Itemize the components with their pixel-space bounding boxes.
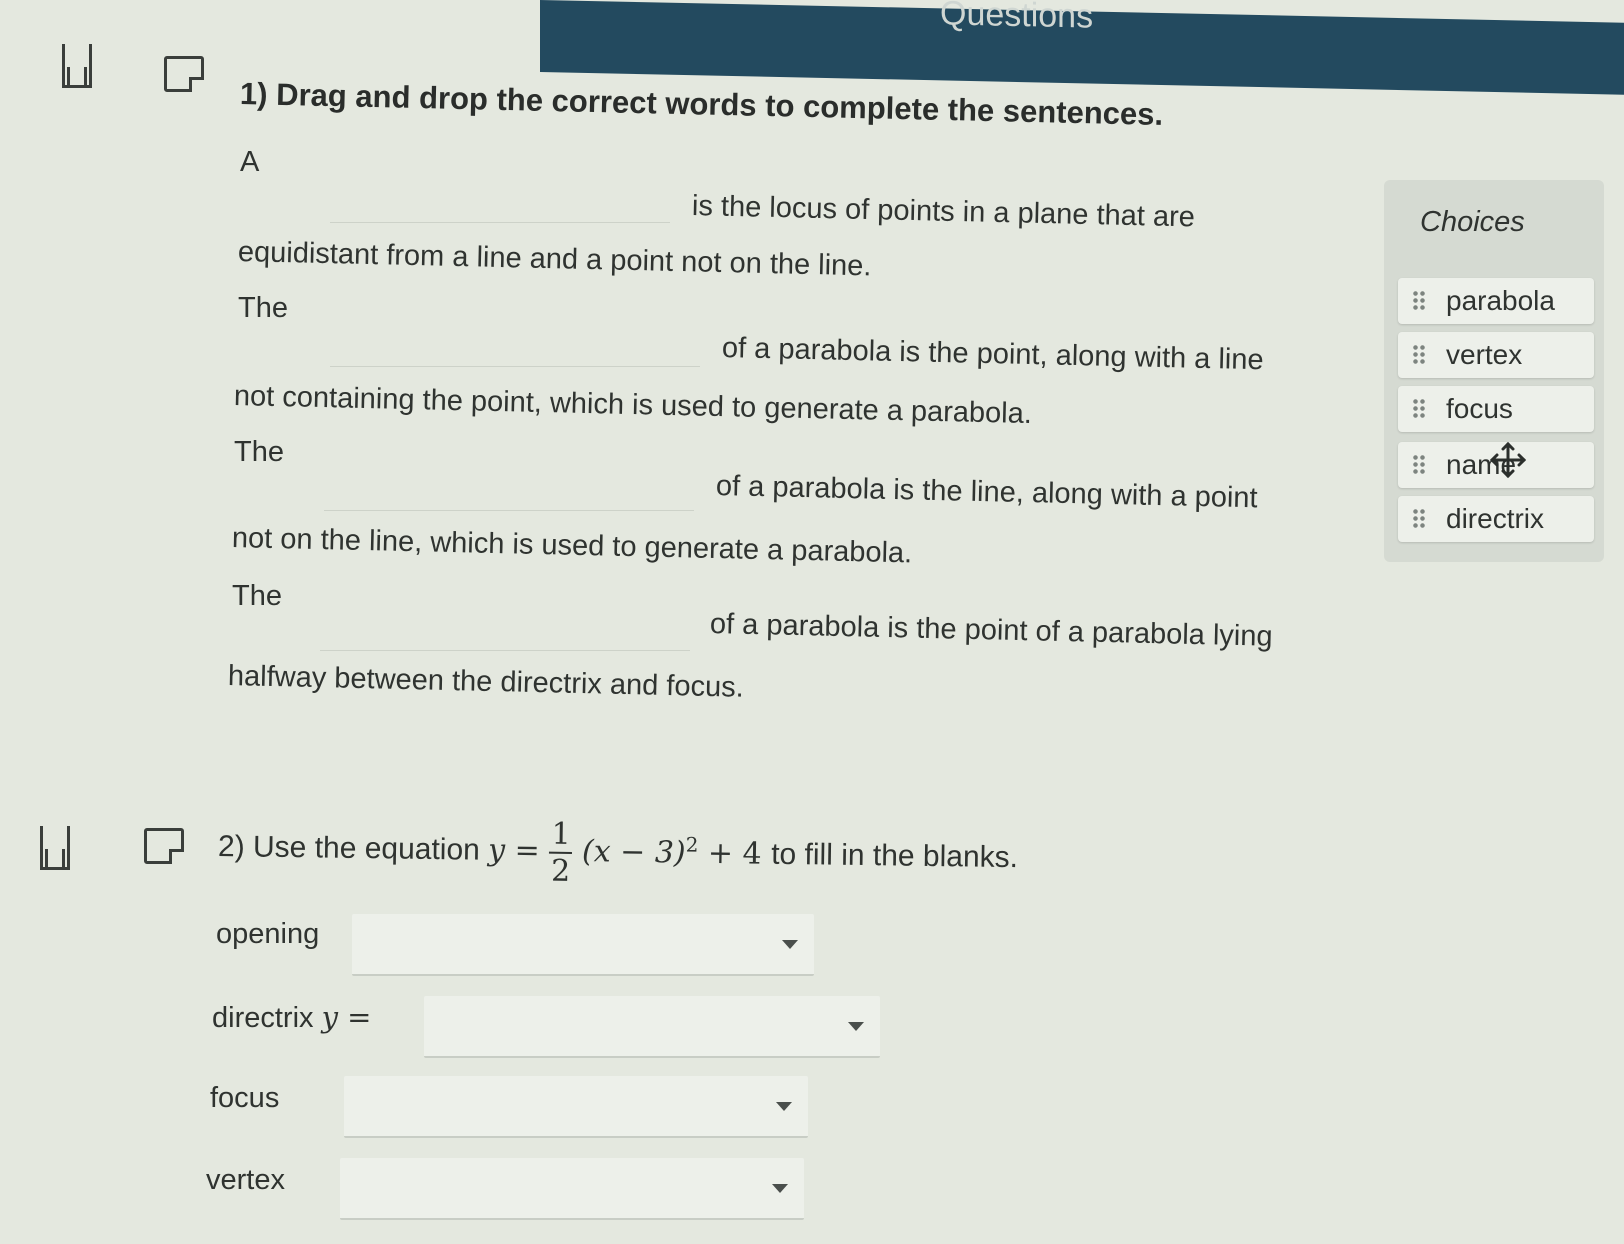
drag-handle-icon[interactable] — [1412, 508, 1426, 530]
choices-title: Choices — [1420, 206, 1525, 238]
drag-handle-icon[interactable] — [1412, 454, 1426, 476]
directrix-label: directrix y = — [212, 1000, 371, 1035]
question-2-prefix: 2) Use the equation — [217, 830, 481, 867]
drop-target-1[interactable] — [330, 222, 670, 223]
sentence-3-text-b: not on the line, which is used to genera… — [231, 522, 913, 570]
chevron-down-icon[interactable] — [848, 1022, 864, 1031]
note-icon[interactable] — [164, 56, 204, 92]
choice-vertex[interactable]: vertex — [1398, 332, 1594, 378]
equation-tail: (x − 3) — [581, 834, 686, 871]
sentence-4-lead: The — [232, 580, 282, 612]
choice-parabola[interactable]: parabola — [1398, 278, 1594, 324]
opening-label: opening — [216, 918, 320, 950]
choice-label: parabola — [1446, 285, 1555, 316]
bookmark-icon[interactable] — [62, 44, 92, 88]
equation-eq: = — [514, 833, 541, 869]
note-icon[interactable] — [144, 828, 184, 864]
question-2-suffix: to fill in the blanks. — [770, 837, 1019, 875]
drop-target-4[interactable] — [320, 650, 690, 651]
question-2-prompt: 2) Use the equation y = 1 2 (x − 3)2 + 4… — [217, 812, 1018, 895]
choice-directrix[interactable]: directrix — [1398, 496, 1594, 542]
choice-label: vertex — [1446, 339, 1523, 370]
sentence-1-text-a: is the locus of points in a plane that a… — [691, 190, 1196, 234]
sentence-4-text-b: halfway between the directrix and focus. — [227, 660, 745, 704]
sentence-2-lead: The — [238, 292, 288, 324]
sentence-2-text-b: not containing the point, which is used … — [233, 380, 1033, 431]
choices-panel: Choices parabola vertex focus name direc… — [1384, 180, 1604, 562]
drag-handle-icon[interactable] — [1412, 398, 1426, 420]
drag-handle-icon[interactable] — [1412, 344, 1426, 366]
chevron-down-icon[interactable] — [772, 1184, 788, 1193]
drop-target-3[interactable] — [324, 510, 694, 511]
vertex-label: vertex — [206, 1164, 285, 1196]
focus-dropdown[interactable] — [344, 1076, 808, 1138]
fraction-denominator: 2 — [550, 853, 571, 889]
top-header-bar: Questions i — [540, 0, 1624, 95]
directrix-label-text: directrix — [212, 1002, 314, 1034]
choice-focus[interactable]: focus — [1398, 386, 1594, 432]
equation-lhs: y — [487, 832, 506, 869]
equation-fraction: 1 2 — [549, 816, 573, 889]
directrix-dropdown[interactable] — [424, 996, 880, 1058]
choice-label: focus — [1446, 393, 1513, 424]
sentence-2-text-a: of a parabola is the point, along with a… — [721, 332, 1264, 377]
fraction-numerator: 1 — [549, 816, 573, 854]
sentence-1-text-b: equidistant from a line and a point not … — [237, 236, 872, 283]
question-1-title: 1) Drag and drop the correct words to co… — [239, 76, 1164, 132]
header-title: Questions — [940, 0, 1094, 36]
sentence-1-lead: A — [240, 146, 260, 178]
bookmark-icon[interactable] — [40, 826, 70, 870]
opening-dropdown[interactable] — [352, 914, 814, 976]
sentence-3-text-a: of a parabola is the line, along with a … — [715, 470, 1258, 515]
chevron-down-icon[interactable] — [776, 1102, 792, 1111]
drag-handle-icon[interactable] — [1412, 290, 1426, 312]
sentence-4-text-a: of a parabola is the point of a parabola… — [709, 608, 1273, 653]
equation: y = 1 2 (x − 3)2 + 4 — [487, 816, 772, 889]
equation-plus: + 4 — [707, 835, 762, 872]
equation-exponent: 2 — [685, 832, 699, 857]
focus-label: focus — [210, 1082, 280, 1114]
directrix-math: y = — [321, 1000, 372, 1034]
move-cursor-icon — [1489, 441, 1527, 479]
drop-target-2[interactable] — [330, 366, 700, 367]
chevron-down-icon[interactable] — [782, 940, 798, 949]
vertex-dropdown[interactable] — [340, 1158, 804, 1220]
sentence-3-lead: The — [234, 436, 284, 468]
choice-label: directrix — [1446, 503, 1545, 534]
